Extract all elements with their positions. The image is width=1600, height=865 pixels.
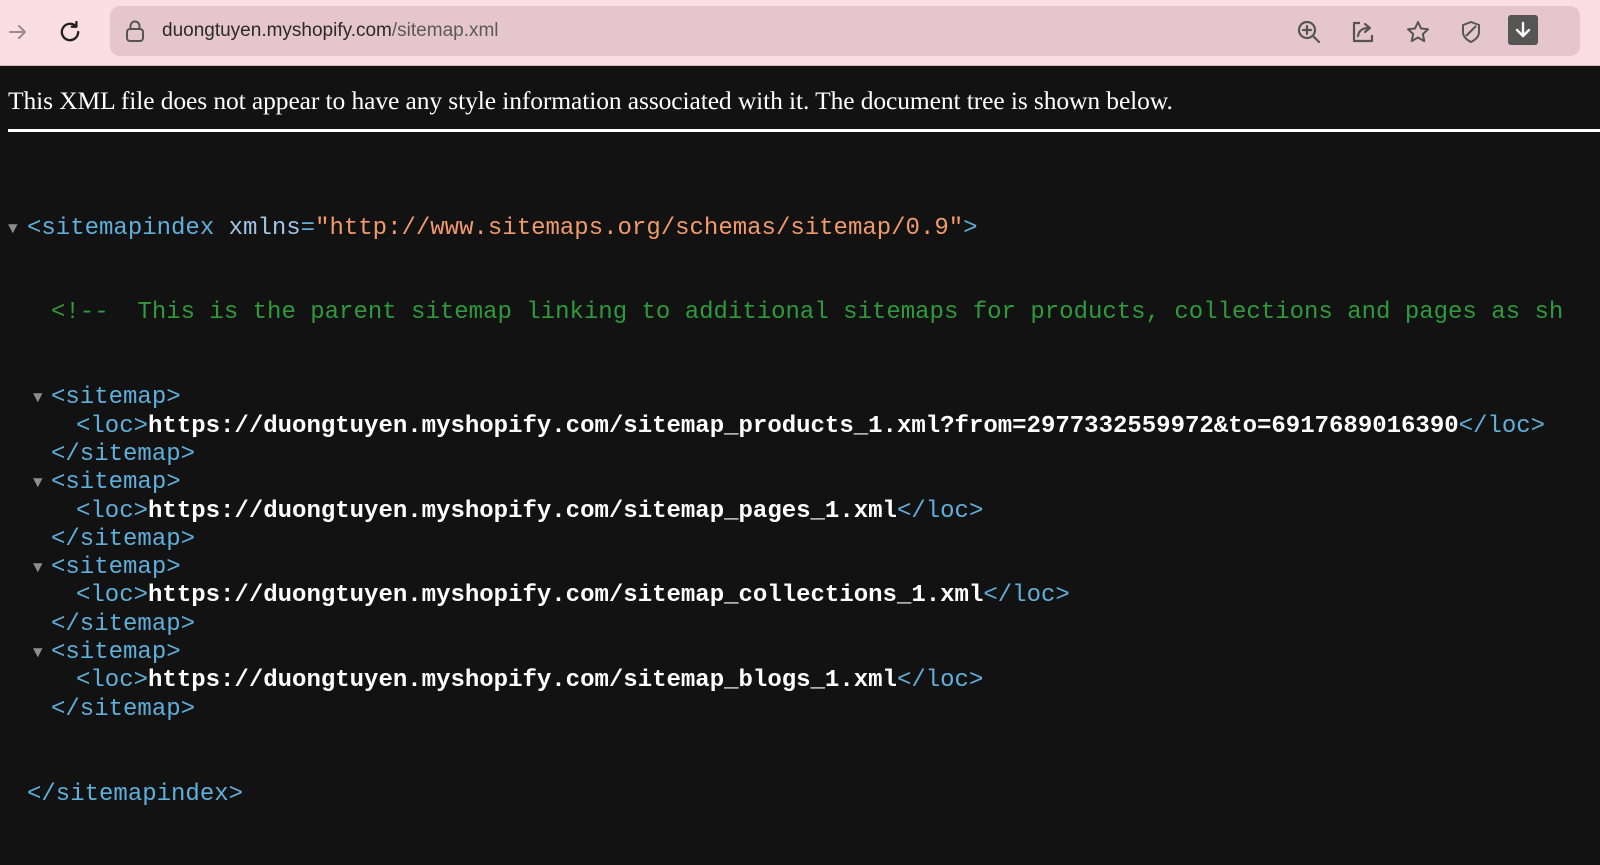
loc-open-tag: <loc>	[76, 582, 149, 610]
forward-arrow-icon	[9, 25, 26, 39]
sitemap-open-tag: <sitemap>	[51, 384, 181, 412]
sitemap-open-line: ▼ <sitemap>	[0, 639, 1563, 667]
sitemap-close-line: </sitemap>	[0, 611, 1563, 639]
zoom-in-icon[interactable]	[1296, 19, 1322, 45]
url-host: duongtuyen.myshopify.com	[162, 20, 392, 41]
sitemap-open-line: ▼ <sitemap>	[0, 554, 1563, 582]
xmlns-attr-value: "http://www.sitemaps.org/schemas/sitemap…	[315, 214, 964, 242]
root-open-tag: <sitemapindex	[27, 214, 215, 242]
sitemap-close-line: </sitemap>	[0, 696, 1563, 724]
loc-line: <loc>https://duongtuyen.myshopify.com/si…	[0, 667, 1563, 695]
lock-icon[interactable]	[124, 19, 146, 48]
sitemap-entry: ▼ <sitemap> <loc>https://duongtuyen.myshop…	[0, 469, 1563, 554]
xml-tree: ▼ <sitemapindex xmlns="http://www.sitemap…	[0, 158, 1563, 865]
loc-line: <loc>https://duongtuyen.myshopify.com/si…	[0, 498, 1563, 526]
url-text[interactable]: duongtuyen.myshopify.com/sitemap.xml	[162, 6, 499, 56]
sitemap-entry: ▼ <sitemap> <loc>https://duongtuyen.myshop…	[0, 639, 1563, 724]
collapse-toggle-icon[interactable]: ▼	[33, 639, 49, 667]
root-close-line: </sitemapindex>	[0, 781, 1563, 809]
loc-close-tag: </loc>	[896, 667, 984, 695]
attr-equals: =	[300, 214, 316, 242]
reload-icon	[60, 20, 80, 42]
loc-close-tag: </loc>	[896, 497, 984, 525]
root-open-line: ▼ <sitemapindex xmlns="http://www.sitemap…	[0, 215, 1563, 243]
sitemap-open-line: ▼ <sitemap>	[0, 384, 1563, 412]
sitemap-open-tag: <sitemap>	[51, 639, 181, 667]
loc-line: <loc>https://duongtuyen.myshopify.com/si…	[0, 582, 1563, 610]
divider	[8, 129, 1600, 132]
xml-viewer: This XML file does not appear to have an…	[0, 66, 1600, 808]
sitemap-open-line: ▼ <sitemap>	[0, 469, 1563, 497]
loc-close-tag: </loc>	[1458, 412, 1546, 440]
root-open-end: >	[963, 214, 978, 242]
collapse-toggle-icon[interactable]: ▼	[33, 384, 49, 412]
sitemap-close-tag: </sitemap>	[51, 440, 196, 468]
collapse-toggle-icon[interactable]: ▼	[8, 215, 24, 243]
no-style-notice: This XML file does not appear to have an…	[8, 86, 1173, 115]
share-icon[interactable]	[1350, 19, 1376, 45]
loc-open-tag: <loc>	[76, 667, 149, 695]
sitemap-open-tag: <sitemap>	[51, 469, 181, 497]
sitemap-entry: ▼ <sitemap> <loc>https://duongtuyen.myshop…	[0, 384, 1563, 469]
sitemap-close-tag: </sitemap>	[51, 610, 196, 638]
sitemap-loc-url[interactable]: https://duongtuyen.myshopify.com/sitemap…	[148, 413, 1459, 440]
loc-line: <loc>https://duongtuyen.myshopify.com/si…	[0, 413, 1563, 441]
url-path: /sitemap.xml	[391, 20, 499, 41]
loc-close-tag: </loc>	[983, 582, 1070, 610]
sitemap-loc-url[interactable]: https://duongtuyen.myshopify.com/sitemap…	[148, 667, 897, 694]
loc-open-tag: <loc>	[76, 412, 149, 440]
forward-button[interactable]	[0, 14, 36, 50]
sitemap-close-tag: </sitemap>	[51, 525, 196, 553]
comment-line: <!-- This is the parent sitemap linking …	[0, 299, 1563, 327]
root-close-tag: </sitemapindex>	[27, 780, 244, 808]
sitemap-open-tag: <sitemap>	[51, 554, 181, 582]
sitemap-close-line: </sitemap>	[0, 526, 1563, 554]
browser-toolbar: duongtuyen.myshopify.com/sitemap.xml	[0, 0, 1600, 66]
sitemap-loc-url[interactable]: https://duongtuyen.myshopify.com/sitemap…	[148, 582, 983, 609]
bookmark-star-icon[interactable]	[1405, 19, 1431, 45]
collapse-toggle-icon[interactable]: ▼	[33, 469, 49, 497]
address-bar[interactable]: duongtuyen.myshopify.com/sitemap.xml	[110, 6, 1580, 56]
reload-button[interactable]	[52, 14, 88, 50]
collapse-toggle-icon[interactable]: ▼	[33, 554, 49, 582]
xmlns-attr-name: xmlns	[228, 214, 301, 242]
sitemap-close-tag: </sitemap>	[51, 695, 196, 723]
loc-open-tag: <loc>	[76, 497, 149, 525]
download-icon[interactable]	[1508, 15, 1538, 45]
xml-comment: <!-- This is the parent sitemap linking …	[51, 299, 1564, 327]
shield-icon[interactable]	[1458, 19, 1484, 45]
sitemap-entry: ▼ <sitemap> <loc>https://duongtuyen.myshop…	[0, 554, 1563, 639]
sitemap-close-line: </sitemap>	[0, 441, 1563, 469]
sitemap-loc-url[interactable]: https://duongtuyen.myshopify.com/sitemap…	[148, 498, 897, 525]
sitemap-list: ▼ <sitemap> <loc>https://duongtuyen.myshop…	[0, 384, 1563, 724]
